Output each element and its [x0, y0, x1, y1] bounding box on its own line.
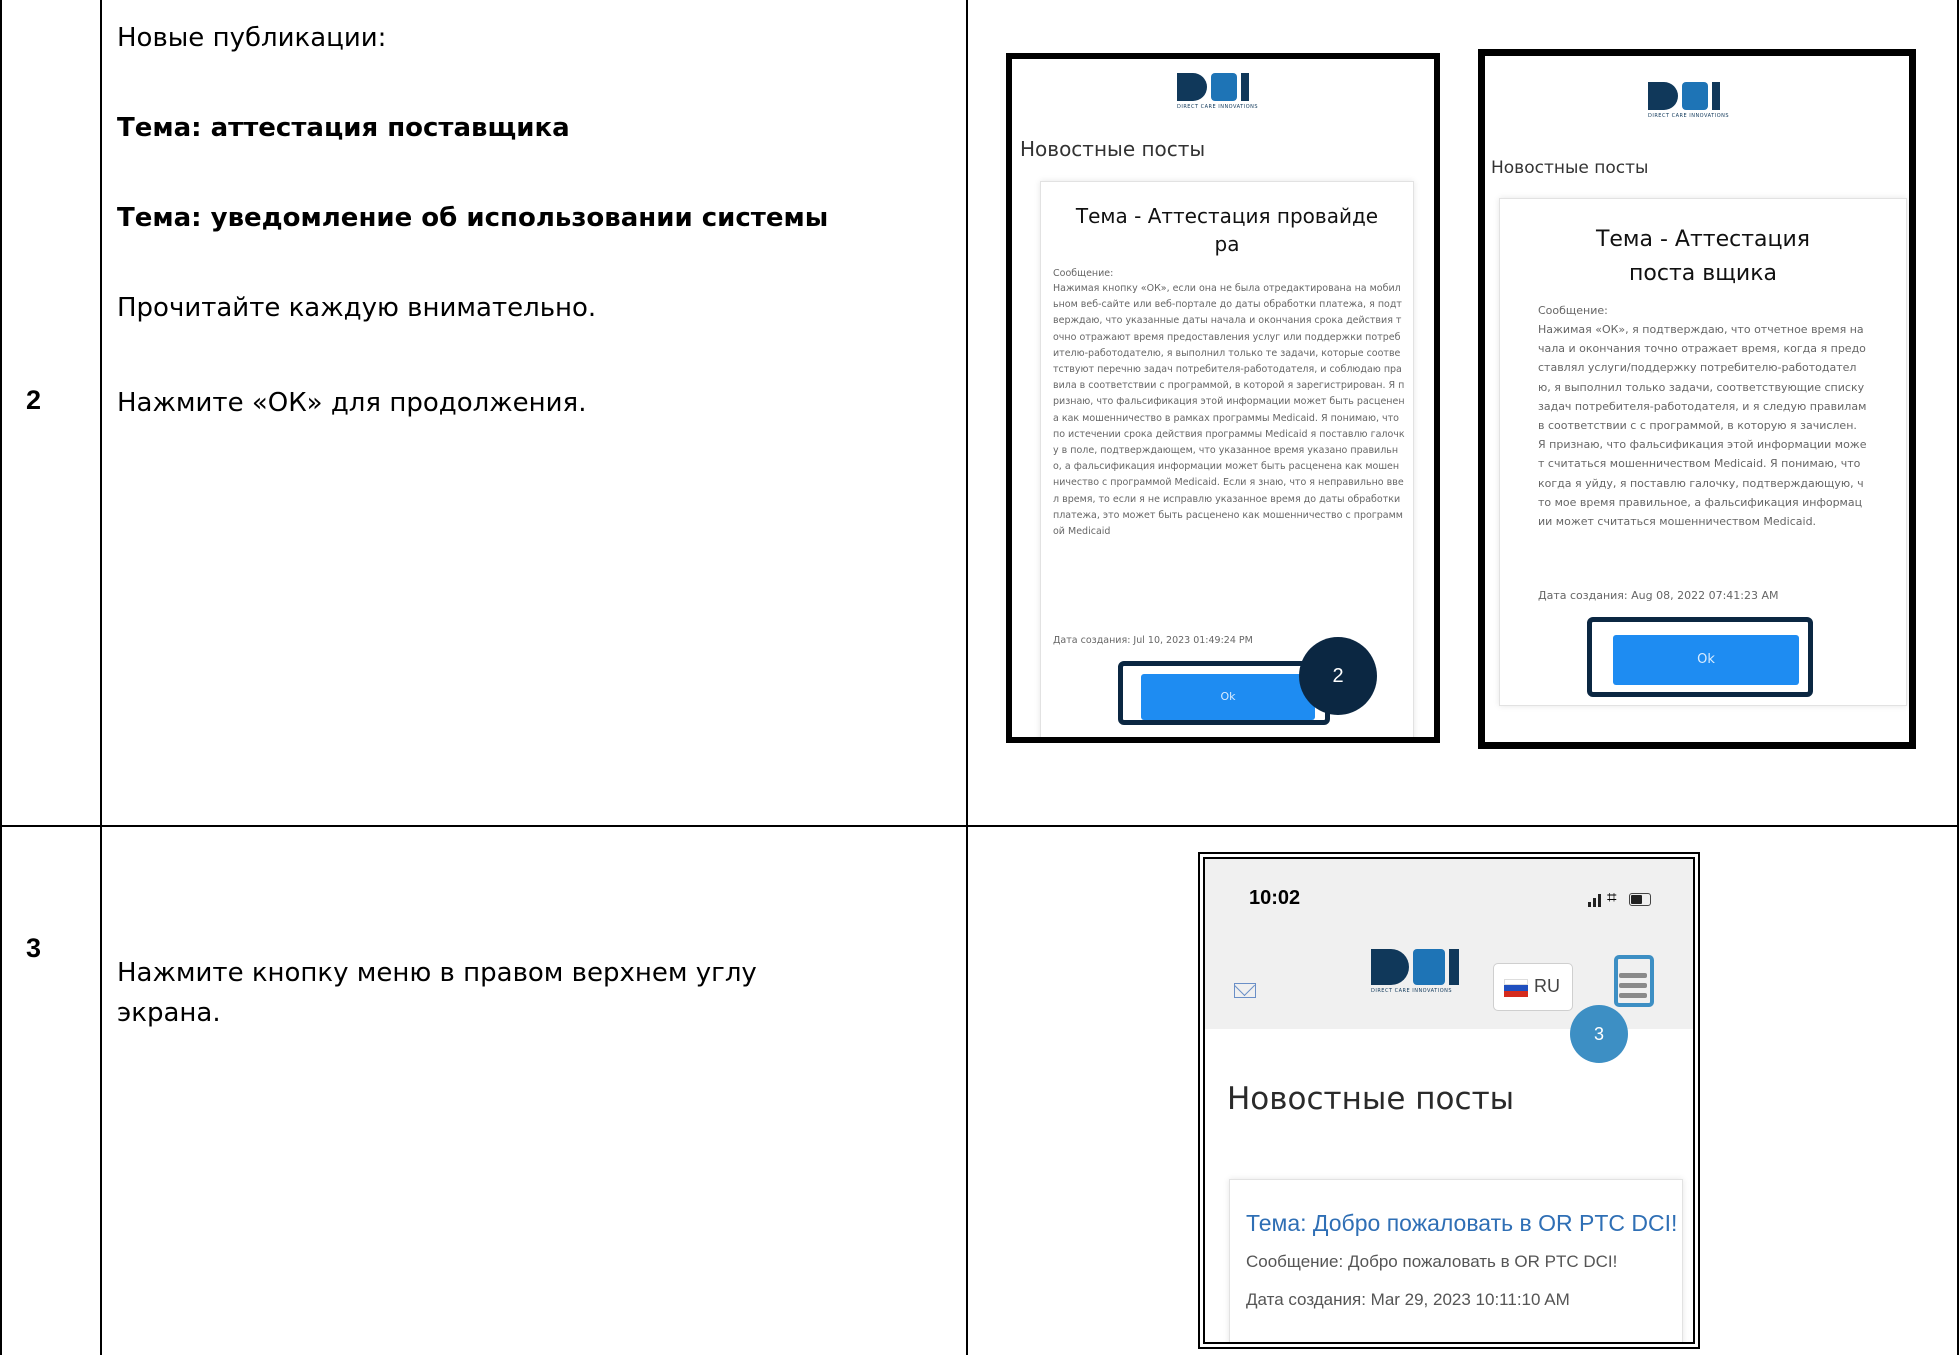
ok-button-highlight [1118, 661, 1330, 725]
news-posts-heading: Новостные посты [1020, 137, 1206, 161]
intro-text: Новые публикации: [117, 23, 387, 53]
table-row-divider [0, 825, 1959, 827]
topic-system-use-notice: Тема: уведомление об использовании систе… [117, 203, 829, 233]
step-badge-2: 2 [1299, 637, 1377, 715]
card-title: Тема - Аттестация поста вщика [1595, 227, 1811, 286]
menu-instruction-line-2: экрана. [117, 998, 221, 1028]
logo-tagline: DIRECT CARE INNOVATIONS [1648, 113, 1730, 119]
status-time: 10:02 [1249, 887, 1301, 909]
step-number: 2 [26, 385, 42, 415]
table-column-divider-1 [100, 0, 102, 1355]
topic-provider-attestation: Тема: аттестация поставщика [117, 113, 570, 143]
screenshot-menu-button: 10:02 ⌗ DIRECT CARE INNOVATIONS RU Новос… [1198, 852, 1700, 1349]
date-created: Дата создания: Aug 08, 2022 07:41:23 AM [1538, 589, 1779, 602]
russian-flag-icon [1504, 979, 1528, 997]
message-label: Сообщение: [1053, 268, 1114, 279]
logo-tagline: DIRECT CARE INNOVATIONS [1371, 988, 1453, 994]
card-title: Тема - Аттестация провайде ра [1075, 204, 1379, 256]
table-column-divider-2 [966, 0, 968, 1355]
signal-icon [1588, 893, 1602, 907]
dci-logo: DIRECT CARE INNOVATIONS [1177, 73, 1267, 111]
language-code: RU [1534, 976, 1560, 996]
post-message: Сообщение: Добро пожаловать в OR PTC DCI… [1246, 1252, 1618, 1271]
news-posts-heading: Новостные посты [1227, 1081, 1515, 1117]
envelope-icon[interactable] [1233, 974, 1256, 998]
news-post-card: Тема: Добро пожаловать в OR PTC DCI! Соо… [1229, 1179, 1683, 1342]
language-selector[interactable]: RU [1493, 963, 1573, 1011]
read-carefully-text: Прочитайте каждую внимательно. [117, 293, 597, 323]
dci-logo: DIRECT CARE INNOVATIONS [1648, 82, 1738, 120]
screenshot-provider-attestation: DIRECT CARE INNOVATIONS Новостные посты … [1006, 53, 1440, 743]
battery-icon [1629, 893, 1651, 906]
dci-logo: DIRECT CARE INNOVATIONS [1371, 949, 1477, 997]
post-date: Дата создания: Mar 29, 2023 10:11:10 AM [1246, 1290, 1570, 1309]
table-border-left [0, 0, 2, 1355]
press-ok-text: Нажмите «ОК» для продолжения. [117, 388, 587, 418]
message-body: Нажимая «ОК», я подтверждаю, что отчетно… [1538, 323, 1867, 529]
post-title-link[interactable]: Тема: Добро пожаловать в OR PTC DCI! [1246, 1210, 1677, 1237]
menu-instruction-line-1: Нажмите кнопку меню в правом верхнем угл… [117, 958, 757, 988]
step-badge-3: 3 [1570, 1005, 1628, 1063]
date-created: Дата создания: Jul 10, 2023 01:49:24 PM [1053, 635, 1253, 646]
menu-button-highlight [1614, 955, 1654, 1007]
logo-tagline: DIRECT CARE INNOVATIONS [1177, 104, 1259, 110]
ok-button-highlight [1587, 617, 1813, 697]
step-number: 3 [26, 933, 42, 963]
message-label: Сообщение: [1538, 304, 1608, 317]
wifi-icon: ⌗ [1607, 888, 1617, 908]
message-body: Нажимая кнопку «ОК», если она не была от… [1053, 283, 1405, 538]
news-posts-heading: Новостные посты [1491, 158, 1649, 178]
